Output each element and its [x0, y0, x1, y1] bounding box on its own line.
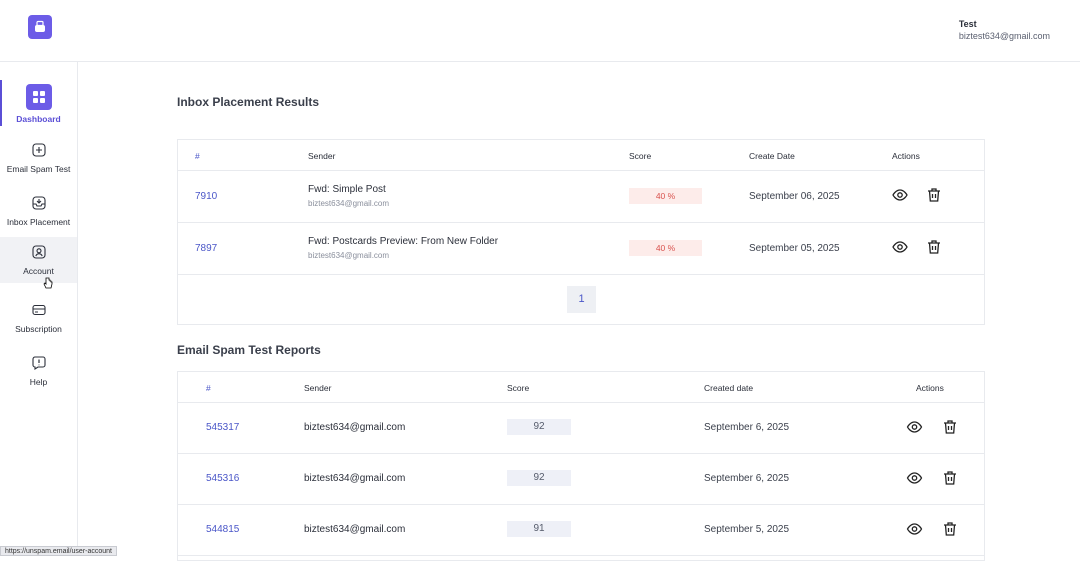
col-actions: Actions [892, 151, 920, 161]
score-badge: 40 % [629, 188, 702, 204]
user-icon [31, 244, 47, 260]
score-badge: 92 [507, 419, 571, 435]
score-badge: 91 [507, 521, 571, 537]
sidebar-item-subscription[interactable]: Subscription [0, 298, 77, 344]
row-sender: biztest634@gmail.com [304, 422, 406, 433]
table-row: 544815 biztest634@gmail.com 91 September… [178, 505, 984, 556]
status-bar-url: https://unspam.email/user-account [0, 546, 117, 556]
user-menu[interactable]: Test biztest634@gmail.com [959, 18, 1050, 42]
row-date: September 05, 2025 [749, 243, 840, 254]
inbox-icon [31, 195, 47, 211]
score-badge: 92 [507, 470, 571, 486]
col-score: Score [507, 383, 530, 393]
sidebar-item-inbox-placement[interactable]: Inbox Placement [0, 191, 77, 237]
table-row: 7897 Fwd: Postcards Preview: From New Fo… [178, 223, 984, 275]
sidebar-item-email-spam-test[interactable]: Email Spam Test [0, 138, 77, 184]
col-id: # [206, 383, 211, 393]
view-eye-icon[interactable] [906, 521, 923, 537]
sidebar-item-label: Account [23, 266, 54, 276]
inbox-placement-title: Inbox Placement Results [177, 95, 320, 109]
help-icon [31, 355, 47, 371]
delete-trash-icon[interactable] [926, 187, 942, 203]
col-sender: Sender [304, 383, 332, 393]
row-sender-email: biztest634@gmail.com [308, 251, 390, 260]
row-subject: Fwd: Postcards Preview: From New Folder [308, 236, 499, 247]
col-created-date: Created date [704, 383, 754, 393]
plus-square-icon [31, 142, 47, 158]
row-sender: biztest634@gmail.com [304, 524, 406, 535]
row-date: September 6, 2025 [704, 422, 790, 433]
col-id: # [195, 151, 200, 161]
delete-trash-icon[interactable] [926, 239, 942, 255]
row-id-link[interactable]: 544815 [206, 524, 239, 535]
top-bar: Test biztest634@gmail.com [0, 0, 1080, 62]
row-id-link[interactable]: 7910 [195, 191, 217, 202]
row-id-link[interactable]: 545316 [206, 473, 239, 484]
spam-reports-table: # Sender Score Created date Actions 5453… [177, 371, 985, 561]
col-score: Score [629, 151, 652, 161]
logo-icon [35, 20, 45, 32]
row-sender-email: biztest634@gmail.com [308, 199, 390, 208]
row-sender: biztest634@gmail.com [304, 473, 406, 484]
row-date: September 5, 2025 [704, 524, 790, 535]
sidebar-item-label: Help [29, 377, 48, 387]
sidebar-item-label: Email Spam Test [6, 164, 71, 174]
table-row: 545316 biztest634@gmail.com 92 September… [178, 454, 984, 505]
view-eye-icon[interactable] [892, 239, 908, 255]
sidebar-item-label: Inbox Placement [6, 217, 71, 227]
col-sender: Sender [308, 151, 336, 161]
pointer-cursor-icon [43, 276, 53, 289]
card-icon [31, 302, 47, 318]
row-subject: Fwd: Simple Post [308, 184, 386, 195]
row-date: September 6, 2025 [704, 473, 790, 484]
sidebar-item-label: Subscription [15, 324, 62, 334]
row-id-link[interactable]: 545317 [206, 422, 239, 433]
view-eye-icon[interactable] [906, 470, 923, 486]
view-eye-icon[interactable] [892, 187, 908, 203]
sidebar-item-dashboard[interactable]: Dashboard [0, 80, 77, 126]
delete-trash-icon[interactable] [942, 419, 958, 435]
table-header: # Sender Score Create Date Actions [178, 140, 984, 171]
sidebar-item-label: Dashboard [16, 114, 61, 124]
sidebar-item-help[interactable]: Help [0, 351, 77, 397]
delete-trash-icon[interactable] [942, 470, 958, 486]
col-actions: Actions [916, 383, 944, 393]
score-badge: 40 % [629, 240, 702, 256]
dashboard-grid-icon [25, 84, 52, 110]
sidebar-item-account[interactable]: Account [0, 237, 77, 283]
row-id-link[interactable]: 7897 [195, 243, 217, 254]
spam-reports-title: Email Spam Test Reports [177, 343, 321, 357]
table-header: # Sender Score Created date Actions [178, 372, 984, 403]
view-eye-icon[interactable] [906, 419, 923, 435]
user-email: biztest634@gmail.com [958, 31, 1050, 41]
row-date: September 06, 2025 [749, 191, 840, 202]
app-logo[interactable] [28, 15, 52, 39]
table-row: 7910 Fwd: Simple Post biztest634@gmail.c… [178, 171, 984, 223]
inbox-placement-table: # Sender Score Create Date Actions 7910 … [177, 139, 985, 325]
sidebar: Dashboard Email Spam Test Inbox Placemen… [0, 62, 78, 556]
delete-trash-icon[interactable] [942, 521, 958, 537]
col-create-date: Create Date [749, 151, 795, 161]
pagination-page-1[interactable]: 1 [567, 286, 596, 313]
table-row: 545317 biztest634@gmail.com 92 September… [178, 403, 984, 454]
user-name: Test [958, 19, 977, 29]
